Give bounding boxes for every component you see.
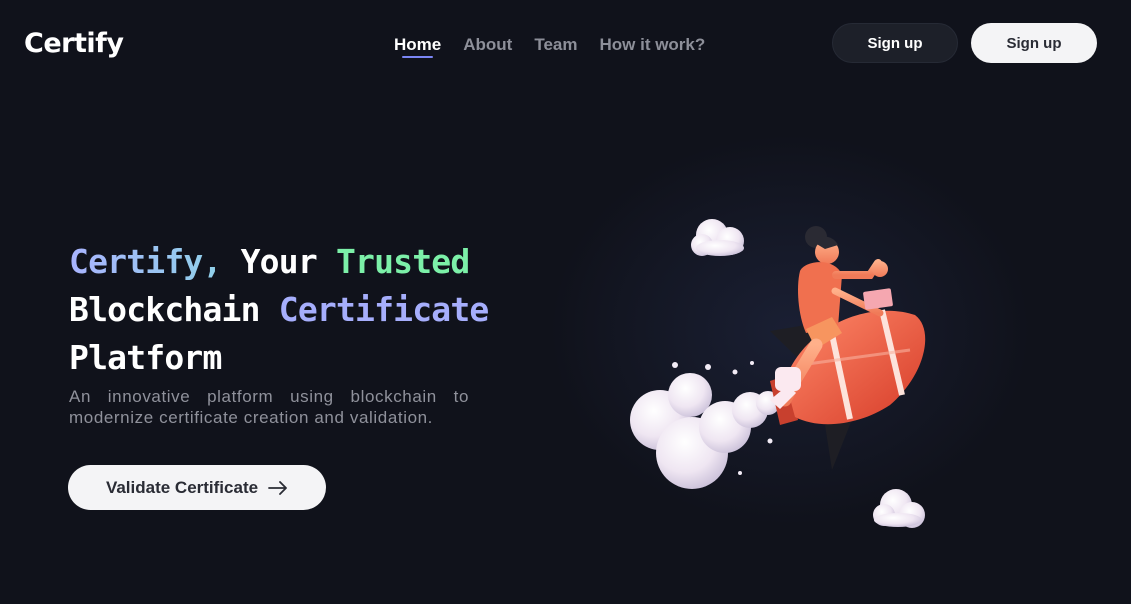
headline-highlight-trusted: Trusted bbox=[335, 242, 470, 281]
nav-item-label: Team bbox=[534, 35, 578, 54]
nav-item-about[interactable]: About bbox=[463, 35, 512, 55]
cloud-small-top bbox=[691, 219, 744, 256]
nav-item-home[interactable]: Home bbox=[394, 35, 442, 58]
nav-item-label: Home bbox=[394, 35, 442, 54]
nav-item-team[interactable]: Team bbox=[534, 35, 577, 55]
cta-label: Validate Certificate bbox=[105, 477, 259, 497]
hero-subtext: An innovative platform using blockchain … bbox=[69, 387, 469, 427]
nav-item-how-it-works[interactable]: How it work? bbox=[599, 35, 705, 55]
rocket-rider-illustration bbox=[630, 219, 926, 528]
cloud-small-bottom bbox=[873, 489, 925, 528]
landing-page: Certify Home About Team How it work? Sig… bbox=[0, 0, 1131, 604]
rocket-fin-bottom bbox=[825, 417, 853, 470]
signup-button-primary[interactable]: Sign up bbox=[971, 23, 1097, 63]
headline-highlight-certificate: Certificate bbox=[278, 290, 490, 329]
main-nav: Home About Team How it work? bbox=[394, 35, 705, 58]
headline-text: Your bbox=[221, 242, 336, 281]
active-nav-indicator bbox=[402, 56, 434, 58]
exhaust-cloud bbox=[630, 361, 780, 489]
headline-text: Blockchain bbox=[69, 290, 279, 329]
brand-logo[interactable]: Certify bbox=[24, 28, 124, 59]
headline-text: Platform bbox=[69, 338, 222, 377]
arrow-right-icon bbox=[268, 480, 287, 495]
signup-button-secondary[interactable]: Sign up bbox=[832, 23, 958, 63]
hero-headline: Certify, Your Trusted Blockchain Certifi… bbox=[69, 238, 489, 382]
headline-brand: Certify, bbox=[69, 242, 222, 281]
validate-certificate-button[interactable]: Validate Certificate bbox=[68, 465, 326, 510]
nav-item-label: About bbox=[463, 35, 513, 54]
nav-item-label: How it work? bbox=[599, 35, 706, 54]
